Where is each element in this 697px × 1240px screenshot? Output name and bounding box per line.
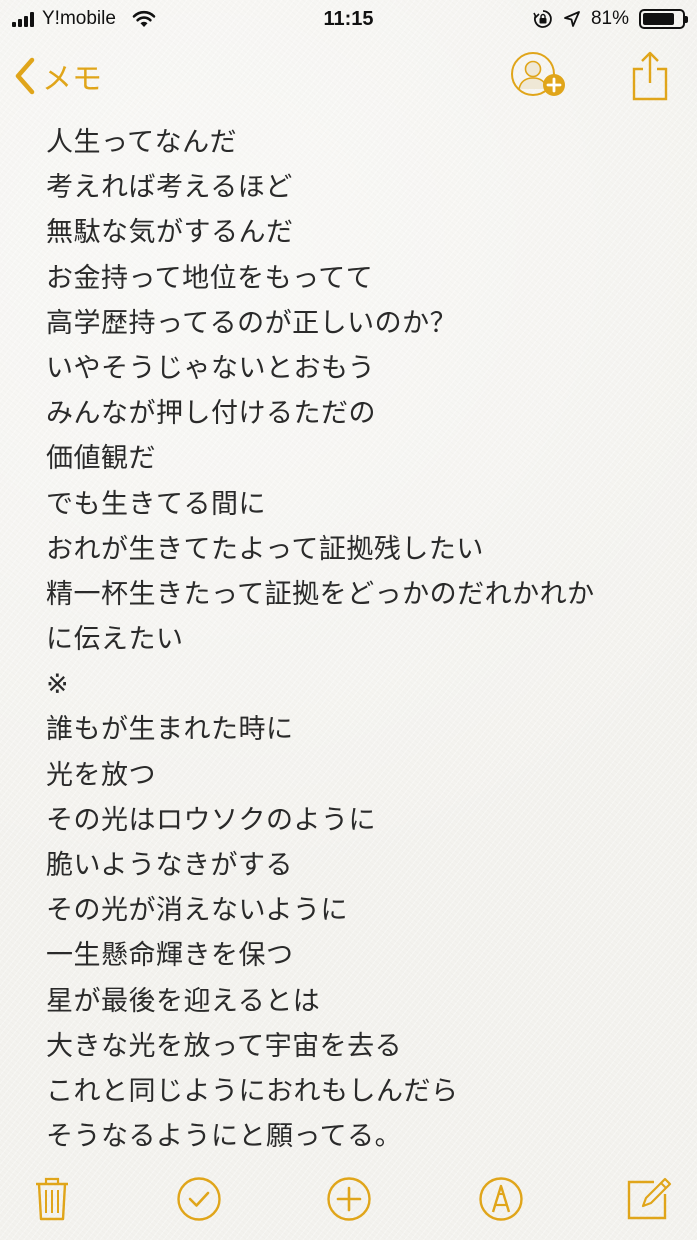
checklist-icon[interactable] (176, 1176, 222, 1222)
add-people-icon[interactable] (509, 50, 571, 102)
battery-percent: 81% (590, 8, 629, 29)
trash-icon[interactable] (34, 1176, 70, 1222)
note-line: 誰もが生まれた時に (46, 714, 294, 746)
chevron-left-icon (15, 57, 35, 95)
status-bar: Y!mobile 11:15 81% (0, 0, 697, 40)
note-line: 光を放つ (46, 759, 156, 791)
note-line: 一生懸命輝きを保つ (46, 940, 294, 972)
note-line: ※ (46, 669, 70, 701)
note-line: みんなが押し付けるただの (46, 398, 376, 430)
note-body[interactable]: 人生ってなんだ考えれば考えるほど 無駄な気がするんだお金持って地位をもってて高学歴… (46, 120, 667, 1159)
note-line: 脆いようなきがする (46, 850, 293, 881)
note-line: その光はロウソクのように (46, 804, 376, 836)
back-label: メモ (42, 62, 102, 97)
compose-icon[interactable] (626, 1176, 672, 1222)
share-icon[interactable] (631, 51, 669, 101)
note-line: 無駄な気がするんだ (46, 217, 294, 249)
note-line: 精一杯生きたって証拠をどっかのだれかれか (46, 578, 595, 610)
note-line: そうなるようにと願ってる。 (46, 1121, 403, 1153)
bottom-toolbar (0, 1168, 697, 1228)
note-line: お金持って地位をもってて (46, 262, 374, 294)
markup-icon[interactable] (478, 1176, 524, 1222)
nav-actions (509, 50, 669, 102)
note-line: 価値観だ (46, 443, 156, 475)
note-line: 高学歴持ってるのが正しいのか？ (46, 307, 458, 339)
note-line: 考えれば考えるほど (46, 172, 293, 204)
nav-bar: メモ (0, 40, 697, 114)
orientation-lock-icon (533, 10, 552, 28)
note-line: いやそうじゃないとおもう (46, 352, 376, 384)
status-right: 81% (533, 8, 688, 30)
note-line: に伝えたい (46, 624, 184, 656)
note-line: おれが生きてたよって証拠残したい (46, 533, 484, 565)
note-line: 星が最後を迎えるとは (46, 985, 321, 1017)
battery-level (643, 13, 674, 25)
note-line: 大きな光を放って宇宙を去る (46, 1030, 403, 1062)
note-line: これと同じようにおれもしんだら (46, 1075, 459, 1107)
note-line: でも生きてる間に (46, 488, 266, 520)
battery-icon (639, 9, 688, 29)
note-line: その光が消えないように (46, 895, 348, 927)
back-button[interactable]: メモ (14, 54, 102, 98)
location-icon (564, 11, 580, 27)
note-line: 人生ってなんだ (46, 127, 238, 158)
add-icon[interactable] (326, 1176, 372, 1222)
